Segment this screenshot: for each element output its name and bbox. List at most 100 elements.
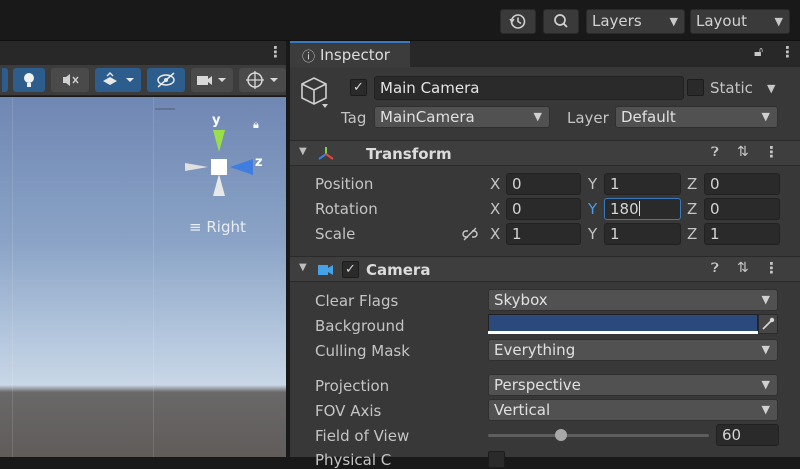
lighting-toggle[interactable] — [13, 68, 45, 92]
menu-icon: ≡ — [189, 218, 202, 236]
hidden-objects-toggle[interactable] — [147, 68, 185, 92]
scale-z-field[interactable]: 1 — [704, 223, 780, 245]
fov-slider-thumb[interactable] — [555, 429, 567, 441]
view-name: Right — [206, 218, 246, 236]
culling-mask-dropdown[interactable]: Everything ▼ — [488, 339, 778, 361]
rotation-y-field[interactable]: 180 — [604, 198, 681, 220]
light-bulb-icon — [24, 73, 34, 87]
foldout-arrow-icon[interactable]: ▼ — [299, 146, 307, 157]
camera-title: Camera — [366, 261, 431, 279]
eyedropper-button[interactable] — [758, 314, 778, 334]
view-label[interactable]: ≡ Right — [189, 218, 246, 236]
tab-label: Inspector — [320, 46, 390, 64]
axis-z-label[interactable]: Z — [687, 225, 697, 243]
axis-x-label[interactable]: X — [490, 200, 500, 218]
help-icon[interactable]: ❓︎ — [711, 261, 719, 276]
game-object-cube-icon — [301, 77, 328, 108]
object-name-field[interactable]: Main Camera — [374, 76, 684, 100]
help-icon[interactable]: ❓︎ — [711, 145, 719, 160]
axis-y-label[interactable]: Y — [588, 175, 597, 193]
more-options-icon[interactable]: ⋮ — [268, 43, 283, 61]
audio-toggle[interactable] — [51, 68, 89, 92]
lock-icon[interactable]: 🔓︎ — [754, 44, 763, 60]
lock-icon[interactable]: 🔒︎ — [253, 118, 259, 132]
static-checkbox[interactable] — [687, 79, 704, 96]
chevron-down-icon: ▼ — [533, 110, 542, 123]
video-camera-icon — [197, 76, 226, 85]
main-toolbar: Layers ▼ Layout ▼ — [0, 0, 800, 41]
axis-y-label[interactable]: Y — [588, 200, 597, 218]
constrain-proportions-icon[interactable] — [461, 226, 479, 242]
foldout-arrow-icon[interactable]: ▼ — [299, 262, 307, 273]
tag-value: MainCamera — [380, 108, 475, 126]
position-z-field[interactable]: 0 — [704, 173, 780, 195]
position-label: Position — [315, 175, 374, 193]
tag-dropdown[interactable]: MainCamera ▼ — [374, 106, 550, 128]
tag-label: Tag — [341, 109, 367, 127]
camera-enabled-checkbox[interactable]: ✓ — [342, 261, 359, 278]
eyedropper-icon — [762, 317, 775, 330]
grid-mark — [155, 108, 175, 110]
field-of-view-label: Field of View — [315, 427, 410, 445]
presets-icon[interactable]: ⇅ — [737, 260, 749, 276]
search-button[interactable] — [543, 9, 579, 34]
camera-header[interactable]: ▼ ✓ Camera ❓︎ ⇅ ⋮ — [290, 256, 800, 282]
transform-title: Transform — [366, 145, 452, 163]
layer-dropdown[interactable]: Default ▼ — [615, 106, 778, 128]
fov-value-field[interactable]: 60 — [716, 424, 779, 446]
position-x-field[interactable]: 0 — [506, 173, 581, 195]
projection-value: Perspective — [494, 376, 581, 394]
axis-x-label[interactable]: X — [490, 175, 500, 193]
scale-y-field[interactable]: 1 — [604, 223, 681, 245]
background-label: Background — [315, 317, 405, 335]
tab-inspector[interactable]: ⓘ Inspector — [290, 41, 410, 67]
rotation-y-value: 180 — [610, 200, 639, 218]
layers-dropdown[interactable]: Layers ▼ — [586, 9, 685, 34]
rotation-x-field[interactable]: 0 — [506, 198, 581, 220]
more-options-icon[interactable]: ⋮ — [764, 259, 779, 277]
active-checkbox[interactable]: ✓ — [350, 79, 367, 96]
presets-icon[interactable]: ⇅ — [737, 144, 749, 160]
more-options-icon[interactable]: ⋮ — [780, 43, 795, 61]
layout-label: Layout — [696, 12, 747, 30]
effects-dropdown[interactable] — [95, 68, 141, 92]
scale-label: Scale — [315, 225, 356, 243]
layer-label: Layer — [567, 109, 609, 127]
clear-flags-dropdown[interactable]: Skybox ▼ — [488, 289, 778, 311]
physical-camera-checkbox[interactable] — [488, 451, 505, 468]
transform-header[interactable]: ▼ Transform ❓︎ ⇅ ⋮ — [290, 140, 800, 166]
chevron-down-icon: ▼ — [761, 378, 770, 391]
layout-dropdown[interactable]: Layout ▼ — [690, 9, 790, 34]
scale-x-field[interactable]: 1 — [506, 223, 581, 245]
chevron-down-icon: ▼ — [761, 110, 770, 123]
history-icon — [509, 14, 526, 29]
mute-icon — [63, 74, 79, 86]
chevron-down-icon[interactable]: ▼ — [767, 82, 775, 95]
static-label: Static — [710, 79, 753, 97]
axis-z-label[interactable]: Z — [687, 200, 697, 218]
more-options-icon[interactable]: ⋮ — [764, 143, 779, 161]
rotation-label: Rotation — [315, 200, 378, 218]
axis-y-label[interactable]: Y — [588, 225, 597, 243]
culling-mask-value: Everything — [494, 341, 576, 359]
camera-settings-dropdown[interactable] — [191, 68, 233, 92]
fov-axis-dropdown[interactable]: Vertical ▼ — [488, 399, 778, 421]
fov-slider-track[interactable] — [488, 434, 709, 437]
axis-z-label[interactable]: Z — [687, 175, 697, 193]
grid-line — [12, 97, 13, 457]
camera-component-icon — [318, 265, 333, 275]
fov-axis-label: FOV Axis — [315, 402, 382, 420]
axis-x-label[interactable]: X — [490, 225, 500, 243]
scene-tab-bar: ⋮ — [0, 41, 286, 65]
projection-dropdown[interactable]: Perspective ▼ — [488, 374, 778, 396]
gizmos-dropdown[interactable] — [239, 68, 286, 92]
chevron-down-icon: ▼ — [761, 343, 770, 356]
eye-crossed-icon — [157, 72, 175, 88]
chevron-down-icon: ▼ — [761, 403, 770, 416]
search-icon — [554, 14, 568, 28]
undo-history-button[interactable] — [500, 9, 536, 34]
rotation-z-field[interactable]: 0 — [704, 198, 780, 220]
scene-tool-partial[interactable] — [2, 68, 8, 92]
info-icon: ⓘ — [302, 50, 316, 65]
position-y-field[interactable]: 1 — [604, 173, 681, 195]
